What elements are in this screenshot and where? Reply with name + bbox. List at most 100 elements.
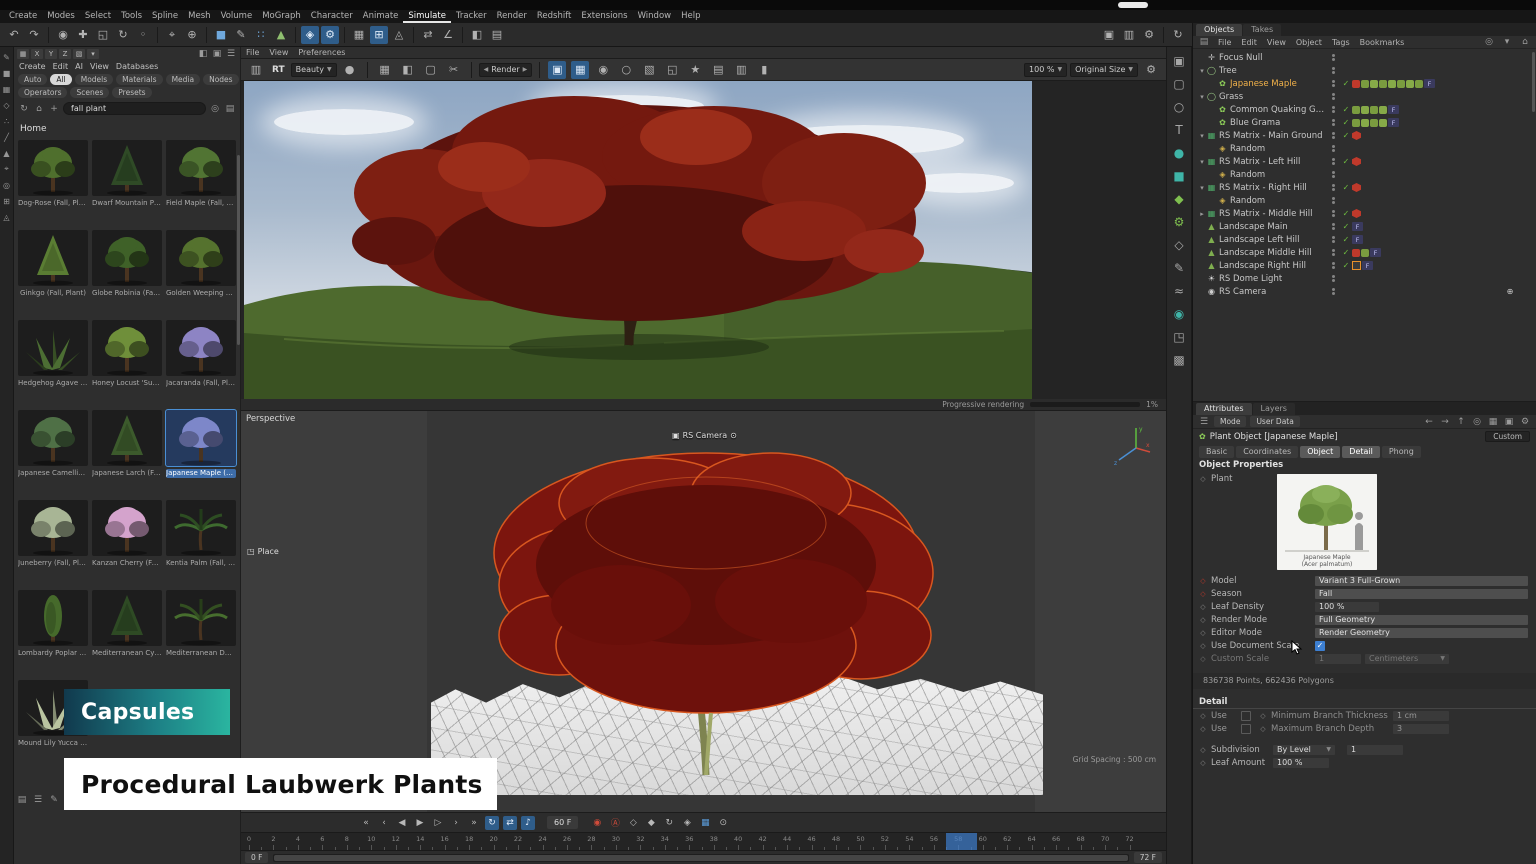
range-start-field[interactable]: 0 F <box>245 852 268 863</box>
filter-materials[interactable]: Materials <box>116 74 162 85</box>
save-image-icon[interactable]: ▥ <box>247 61 265 79</box>
property-value-dropdown[interactable]: Variant 3 Full-Grown <box>1315 576 1528 586</box>
magnet-icon[interactable]: ◬ <box>390 26 408 44</box>
redo-icon[interactable]: ↷ <box>25 26 43 44</box>
object-row-rs-camera[interactable]: ◉RS Camera⊕ <box>1195 285 1536 298</box>
asset-tile-dog-rose-fall-plant[interactable]: Dog-Rose (Fall, Plant) <box>17 140 89 228</box>
home-icon[interactable]: ⌂ <box>33 103 45 115</box>
material-tag[interactable] <box>1370 119 1378 127</box>
record-rotation-button[interactable]: ↻ <box>662 816 676 830</box>
search-icon[interactable]: ◎ <box>209 103 221 115</box>
material-tag[interactable] <box>1352 80 1360 88</box>
histogram-icon[interactable]: ▮ <box>755 61 773 79</box>
material-tag[interactable] <box>1379 80 1387 88</box>
object-row-rs-dome-light[interactable]: ☀RS Dome Light <box>1195 272 1536 285</box>
redshift-material-tag[interactable] <box>1352 209 1361 218</box>
record-position-button[interactable]: ◇ <box>626 816 640 830</box>
render-menu-preferences[interactable]: Preferences <box>293 47 350 59</box>
visibility-dots[interactable] <box>1327 171 1340 178</box>
asset-menu-edit[interactable]: Edit <box>53 62 69 71</box>
detail-value-field[interactable]: 1 <box>1347 745 1403 755</box>
diamond-tool-icon[interactable]: ◇ <box>1169 235 1189 255</box>
landscape-tool-icon[interactable]: ▲ <box>272 26 290 44</box>
menu-render[interactable]: Render <box>492 10 532 23</box>
workplane-icon[interactable]: ▧ <box>73 49 85 59</box>
menu-redshift[interactable]: Redshift <box>532 10 577 23</box>
pen-tool-icon[interactable]: ✎ <box>232 26 250 44</box>
attr-tab-detail[interactable]: Detail <box>1342 446 1380 458</box>
field-tag[interactable]: F <box>1388 105 1399 114</box>
property-value-field[interactable]: 100 % <box>1315 602 1379 612</box>
search-icon[interactable]: ◎ <box>1483 36 1495 48</box>
camera-hud[interactable]: ▣ RS Camera ⊙ <box>672 431 737 440</box>
property-value-dropdown[interactable]: Fall <box>1315 589 1528 599</box>
undo-icon[interactable]: ↶ <box>5 26 23 44</box>
tab-attributes[interactable]: Attributes <box>1196 403 1252 415</box>
list-view-icon[interactable]: ☰ <box>32 794 44 806</box>
object-row-random[interactable]: ◈Random <box>1195 194 1536 207</box>
object-row-focus-null[interactable]: ✛Focus Null <box>1195 51 1536 64</box>
rotate-icon[interactable]: ↻ <box>114 26 132 44</box>
current-frame-field[interactable]: 60 F <box>547 816 578 829</box>
anim-dot-icon[interactable]: ◇ <box>1259 725 1267 733</box>
detail-value-field[interactable]: 1 cm <box>1393 711 1449 721</box>
asset-tile-golden-weeping-willow-fall-plant[interactable]: Golden Weeping Willow (Fall, Plant) <box>165 230 237 318</box>
attr-tab-phong[interactable]: Phong <box>1382 446 1421 458</box>
menu-modes[interactable]: Modes <box>42 10 80 23</box>
anim-dot-icon[interactable]: ◇ <box>1199 725 1207 733</box>
anim-dot-icon[interactable]: ◇ <box>1199 712 1207 720</box>
menu-extensions[interactable]: Extensions <box>576 10 632 23</box>
visibility-dots[interactable] <box>1327 197 1340 204</box>
chevron-right-icon[interactable]: ▶ <box>523 66 528 73</box>
dither-icon[interactable]: ▧ <box>640 61 658 79</box>
object-row-landscape-middle-hill[interactable]: ▲Landscape Middle Hill✓F <box>1195 246 1536 259</box>
snap-toggle-icon[interactable]: ⊞ <box>1 194 13 208</box>
snapshot-icon[interactable]: ◉ <box>594 61 612 79</box>
pen-icon[interactable]: ✎ <box>1169 258 1189 278</box>
object-row-rs-matrix-right-hill[interactable]: ▾▦RS Matrix - Right Hill✓ <box>1195 181 1536 194</box>
material-tag[interactable] <box>1379 106 1387 114</box>
material-icon[interactable]: ▩ <box>1169 350 1189 370</box>
anim-dot-icon[interactable]: ◇ <box>1199 590 1207 598</box>
place-tool-hud[interactable]: ◳ Place <box>247 547 279 556</box>
filter-scenes[interactable]: Scenes <box>70 87 109 98</box>
object-row-random[interactable]: ◈Random <box>1195 168 1536 181</box>
custom-preset-button[interactable]: Custom <box>1485 431 1530 442</box>
enabled-check-icon[interactable]: ✓ <box>1340 131 1352 140</box>
expander-icon[interactable]: ▸ <box>1198 210 1206 218</box>
render-pass-dropdown[interactable]: Beauty▼ <box>291 63 337 77</box>
property-checkbox[interactable]: ✓ <box>1315 641 1325 651</box>
lock-render-icon[interactable]: ▣ <box>548 61 566 79</box>
visibility-dots[interactable] <box>1327 262 1340 269</box>
display-icon[interactable]: ◳ <box>1169 327 1189 347</box>
range-end-field[interactable]: 72 F <box>1134 852 1162 863</box>
move-icon[interactable]: ✚ <box>74 26 92 44</box>
axis-x-button[interactable]: X <box>31 49 43 59</box>
loop-button[interactable]: ↻ <box>485 816 499 830</box>
tab-takes[interactable]: Takes <box>1243 24 1281 36</box>
size-dropdown[interactable]: Original Size▼ <box>1070 63 1138 77</box>
render-view[interactable] <box>241 81 1166 399</box>
solo-icon[interactable]: ◎ <box>1 178 13 192</box>
window-icon[interactable]: ▣ <box>1169 51 1189 71</box>
anim-dot-icon[interactable]: ◇ <box>1259 712 1267 720</box>
axis-y-button[interactable]: Y <box>45 49 57 59</box>
asset-tile-kanzan-cherry-fall-plant[interactable]: Kanzan Cherry (Fall, Plant) <box>91 500 163 588</box>
polygons-mode-icon[interactable]: ▲ <box>1 146 13 160</box>
attr-tab-basic[interactable]: Basic <box>1199 446 1234 458</box>
filter-auto[interactable]: Auto <box>18 74 47 85</box>
dock-icon[interactable]: ◧ <box>197 48 209 60</box>
texture-mode-icon[interactable]: ▦ <box>1 82 13 96</box>
visibility-dots[interactable] <box>1327 106 1340 113</box>
axis-lock-icon[interactable]: ⌖ <box>163 26 181 44</box>
visibility-dots[interactable] <box>1327 184 1340 191</box>
enabled-check-icon[interactable]: ✓ <box>1340 105 1352 114</box>
panel-menu-icon[interactable]: ▤ <box>1198 36 1210 48</box>
field-tag[interactable]: F <box>1370 248 1381 257</box>
live-selection-icon[interactable]: ◉ <box>54 26 72 44</box>
axis-z-button[interactable]: Z <box>59 49 71 59</box>
visibility-dots[interactable] <box>1327 80 1340 87</box>
simulation-scene-icon[interactable]: ◈ <box>301 26 319 44</box>
zoom-dropdown[interactable]: 100 %▼ <box>1024 63 1067 77</box>
material-tag[interactable] <box>1352 249 1360 257</box>
